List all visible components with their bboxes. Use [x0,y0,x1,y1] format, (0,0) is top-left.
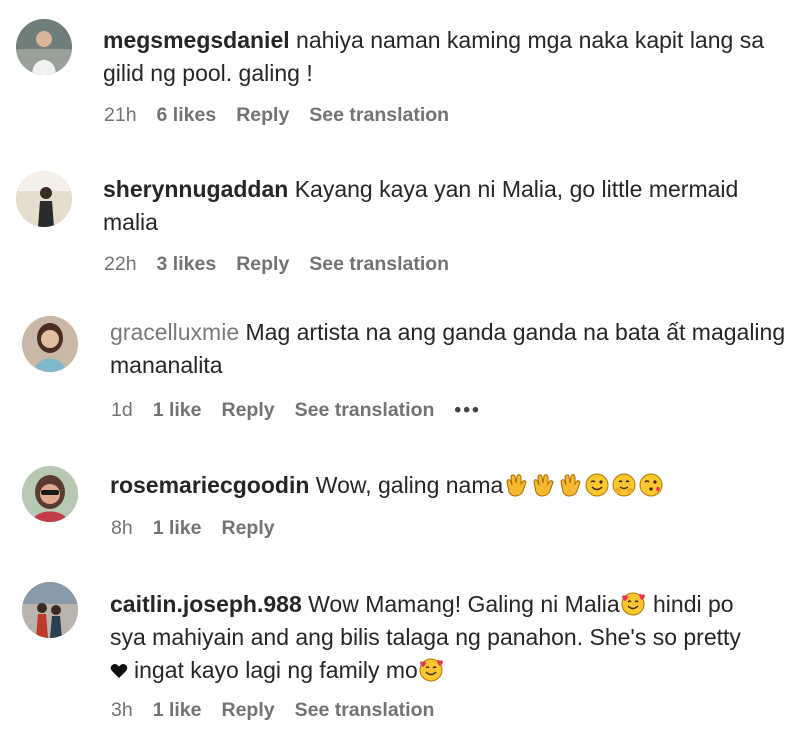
more-options-icon[interactable]: ••• [454,399,480,421]
avatar[interactable] [22,466,78,522]
comment-text: Wow, galing nama [315,472,504,498]
likes-count[interactable]: 1 like [153,399,202,421]
user-avatar-photo-icon [22,466,78,522]
username[interactable]: caitlin.joseph.988 [110,591,302,617]
likes-count[interactable]: 1 like [153,699,202,721]
timestamp[interactable]: 21h [104,104,137,126]
comment-meta: 1d 1 like Reply See translation ••• [111,399,501,422]
comment-meta: 8h 1 like Reply [111,517,295,540]
user-avatar-photo-icon [16,19,72,75]
user-avatar-photo-icon [16,171,72,227]
reply-button[interactable]: Reply [236,104,289,126]
reply-button[interactable]: Reply [236,253,289,275]
likes-count[interactable]: 6 likes [157,104,217,126]
clapping-hands-icon [533,474,554,497]
avatar[interactable] [22,582,78,638]
timestamp[interactable]: 3h [111,699,133,721]
winking-face-icon [585,473,609,497]
comment-text: Wow Mamang! Galing ni Malia [308,591,620,617]
avatar[interactable] [16,171,72,227]
kissing-face-icon [639,473,663,497]
username[interactable]: gracelluxmie [110,319,239,345]
avatar[interactable] [16,19,72,75]
likes-count[interactable]: 1 like [153,517,202,539]
comment-meta: 21h 6 likes Reply See translation [104,104,469,127]
comment-meta: 22h 3 likes Reply See translation [104,253,469,276]
clapping-hands-icon [560,474,581,497]
smiling-face-with-hearts-icon [419,658,443,682]
black-heart-icon [110,664,128,678]
avatar[interactable] [22,316,78,372]
username[interactable]: megsmegsdaniel [103,27,290,53]
reply-button[interactable]: Reply [222,399,275,421]
timestamp[interactable]: 22h [104,253,137,275]
likes-count[interactable]: 3 likes [157,253,217,275]
see-translation-button[interactable]: See translation [309,253,449,275]
hugging-face-icon [612,473,636,497]
see-translation-button[interactable]: See translation [309,104,449,126]
reply-button[interactable]: Reply [222,699,275,721]
clapping-hands-icon [506,474,527,497]
comment-text: hindi po [646,591,734,617]
comment-text: ingat kayo lagi ng family mo [134,657,418,683]
user-avatar-photo-icon [22,582,78,638]
username[interactable]: rosemariecgoodin [110,472,309,498]
reply-button[interactable]: Reply [222,517,275,539]
see-translation-button[interactable]: See translation [295,399,435,421]
timestamp[interactable]: 1d [111,399,133,421]
username[interactable]: sherynnugaddan [103,176,288,202]
see-translation-button[interactable]: See translation [295,699,435,721]
smiling-face-with-hearts-icon [621,592,645,616]
comment-text: sya mahiyain and ang bilis talaga ng pan… [110,624,741,650]
comment-meta: 3h 1 like Reply See translation [111,699,454,722]
user-avatar-photo-icon [22,316,78,372]
timestamp[interactable]: 8h [111,517,133,539]
